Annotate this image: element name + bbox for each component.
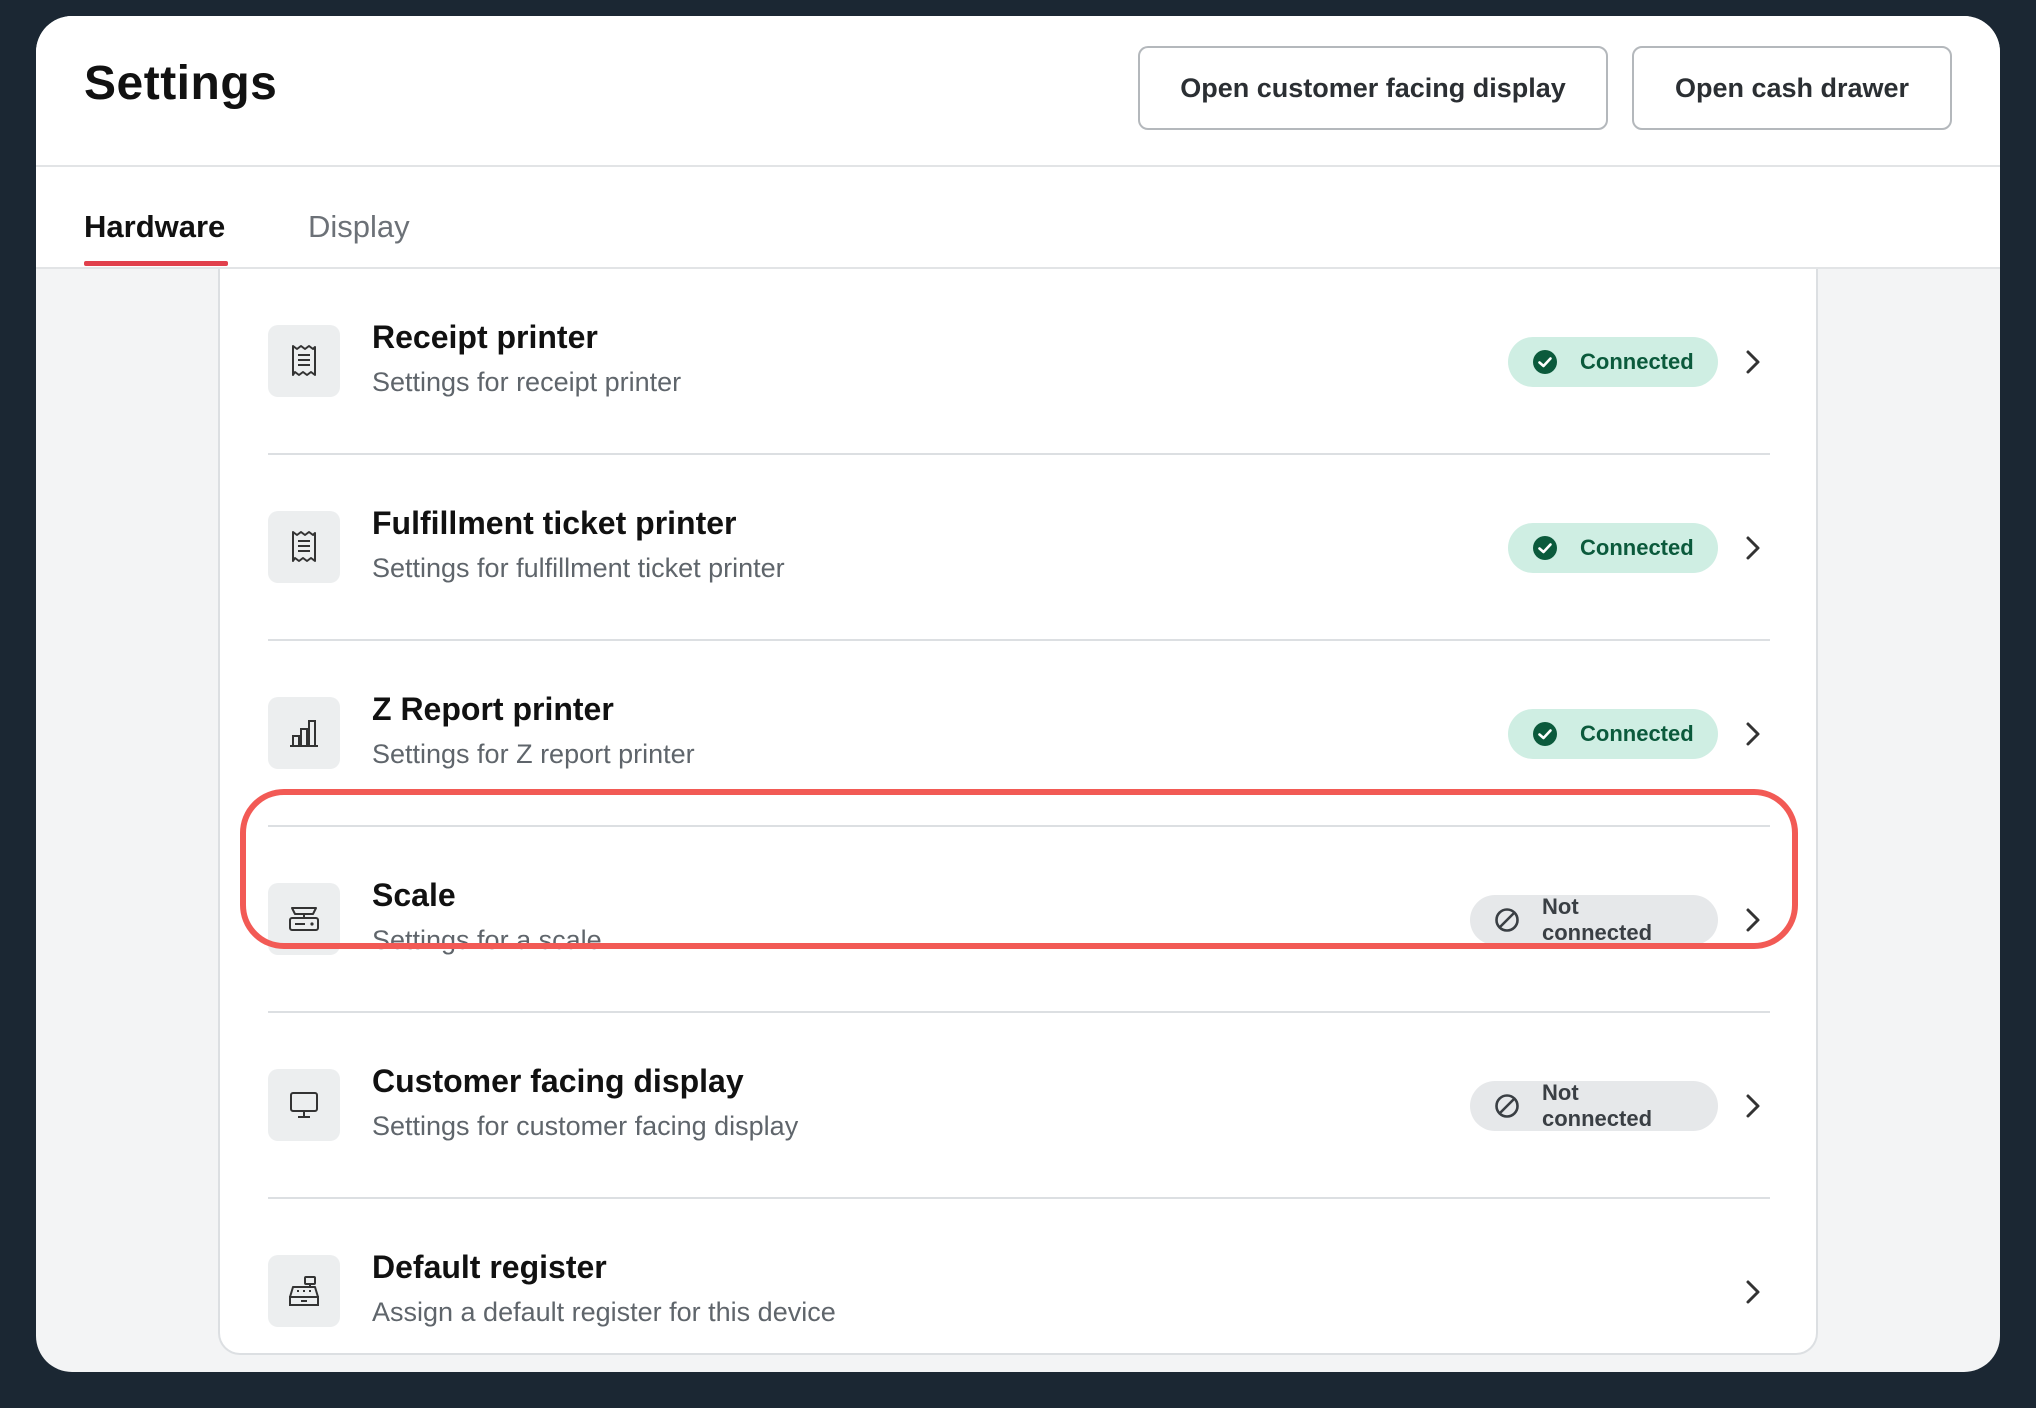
status-text: Connected [1580, 535, 1694, 560]
active-tab-indicator [84, 261, 228, 266]
receipt-icon [268, 325, 340, 397]
blocked-icon [1495, 1094, 1519, 1118]
monitor-icon [268, 1069, 340, 1141]
device-subtitle: Settings for a scale [372, 925, 602, 955]
device-row-default-register[interactable]: Default register Assign a default regist… [268, 1199, 1770, 1372]
header: Settings Open customer facing display Op… [36, 16, 2000, 167]
tab-bar: Hardware Display [36, 167, 2000, 269]
chevron-right-icon[interactable] [1736, 903, 1770, 937]
status-text: Not connected [1542, 1080, 1653, 1131]
status-badge: Not connected [1470, 1080, 1718, 1131]
device-title: Scale [372, 877, 456, 913]
cash-register-icon [268, 1255, 340, 1327]
tab-display[interactable]: Display [308, 209, 410, 245]
chevron-right-icon[interactable] [1736, 1275, 1770, 1309]
status-text: Connected [1580, 349, 1694, 374]
device-title: Receipt printer [372, 319, 598, 355]
device-title: Z Report printer [372, 691, 614, 727]
bar-chart-icon [268, 697, 340, 769]
open-customer-display-button[interactable]: Open customer facing display [1138, 46, 1608, 130]
device-title: Default register [372, 1249, 607, 1285]
check-circle-icon [1533, 722, 1557, 746]
chevron-right-icon[interactable] [1736, 531, 1770, 565]
device-subtitle: Settings for customer facing display [372, 1111, 799, 1141]
hardware-list: Receipt printer Settings for receipt pri… [218, 269, 1818, 1355]
open-cash-drawer-button[interactable]: Open cash drawer [1632, 46, 1952, 130]
receipt-icon [268, 511, 340, 583]
check-circle-icon [1533, 350, 1557, 374]
chevron-right-icon[interactable] [1736, 1089, 1770, 1123]
status-badge: Connected [1508, 337, 1718, 387]
status-text: Connected [1580, 721, 1694, 746]
device-title: Fulfillment ticket printer [372, 505, 737, 541]
device-row-scale[interactable]: Scale Settings for a scale Not connected [268, 827, 1770, 1013]
status-badge: Connected [1508, 709, 1718, 759]
device-row-fulfillment-ticket-printer[interactable]: Fulfillment ticket printer Settings for … [268, 455, 1770, 641]
status-badge: Not connected [1470, 894, 1718, 945]
status-text: Not connected [1542, 894, 1653, 945]
device-title: Customer facing display [372, 1063, 744, 1099]
chevron-right-icon[interactable] [1736, 345, 1770, 379]
device-subtitle: Settings for fulfillment ticket printer [372, 553, 785, 583]
device-row-receipt-printer[interactable]: Receipt printer Settings for receipt pri… [268, 269, 1770, 455]
chevron-right-icon[interactable] [1736, 717, 1770, 751]
device-row-customer-facing-display[interactable]: Customer facing display Settings for cus… [268, 1013, 1770, 1199]
page-title: Settings [84, 57, 278, 110]
device-row-z-report-printer[interactable]: Z Report printer Settings for Z report p… [268, 641, 1770, 827]
device-subtitle: Assign a default register for this devic… [372, 1297, 836, 1327]
device-subtitle: Settings for Z report printer [372, 739, 695, 769]
device-subtitle: Settings for receipt printer [372, 367, 682, 397]
scale-icon [268, 883, 340, 955]
status-badge: Connected [1508, 523, 1718, 573]
tab-hardware[interactable]: Hardware [84, 209, 225, 245]
blocked-icon [1495, 908, 1519, 932]
settings-window: Settings Open customer facing display Op… [36, 16, 2000, 1372]
check-circle-icon [1533, 536, 1557, 560]
